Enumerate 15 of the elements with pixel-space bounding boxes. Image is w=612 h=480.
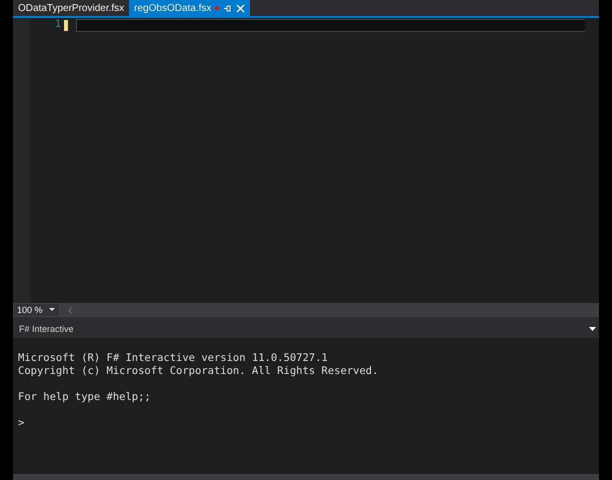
- caret-icon: [48, 308, 55, 312]
- dropdown-icon[interactable]: [589, 327, 596, 331]
- console-prompt[interactable]: >: [18, 417, 594, 430]
- console-line: Copyright (c) Microsoft Corporation. All Rights Reserved.: [18, 365, 380, 378]
- modified-dot-icon: [215, 6, 220, 10]
- pin-icon[interactable]: [223, 4, 232, 12]
- console-line: Microsoft (R) F# Interactive version 11.0.50727.1: [18, 352, 329, 365]
- file-tab[interactable]: regObsOData.fsx: [129, 0, 250, 16]
- zoom-dropdown[interactable]: 100 %: [13, 303, 60, 317]
- panel-title: F# Interactive: [19, 324, 74, 334]
- console-line: For help type #help;;: [18, 391, 152, 404]
- change-marker: [64, 20, 68, 31]
- file-tab[interactable]: ODataTyperProvider.fsx: [13, 0, 130, 16]
- close-icon[interactable]: [236, 4, 246, 12]
- line-number: 1: [54, 19, 61, 30]
